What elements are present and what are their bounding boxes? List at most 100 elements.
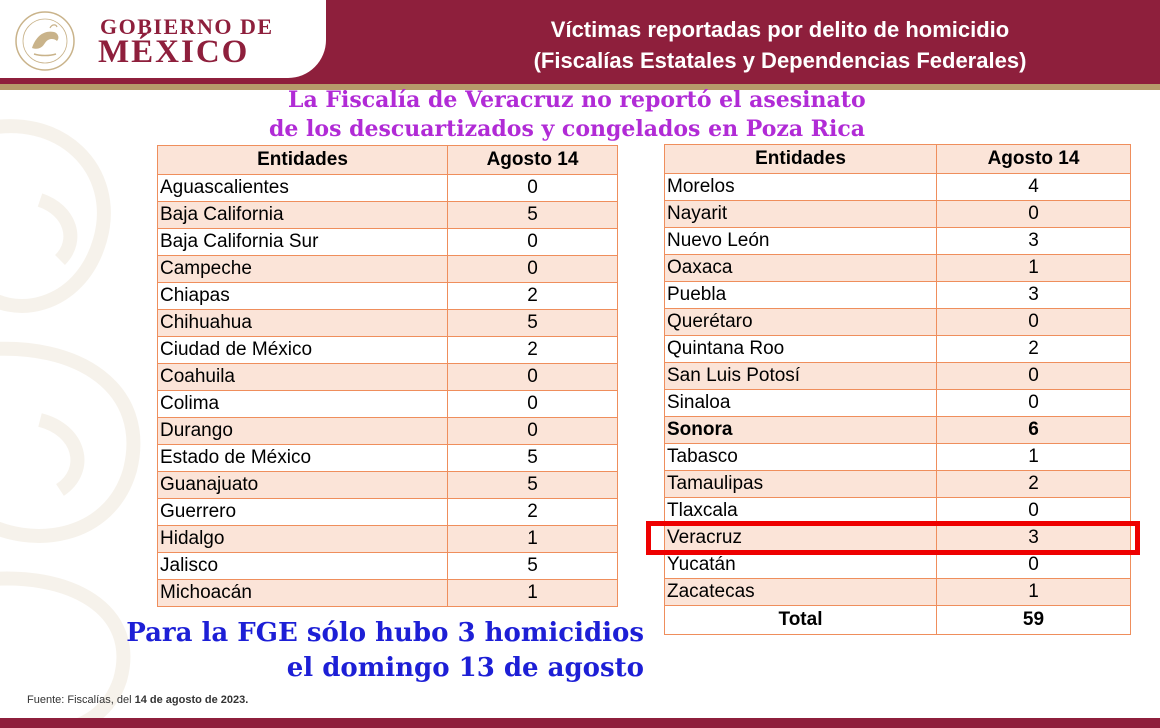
entidad-cell: Sonora (664, 416, 937, 444)
table-row: Tabasco 1 (664, 443, 1131, 471)
page-title: Víctimas reportadas por delito de homici… (440, 14, 1120, 76)
entidad-cell: Baja California (157, 201, 448, 229)
valor-cell: 1 (936, 578, 1131, 606)
valor-cell: 5 (447, 471, 618, 499)
annotation-top-line2: de los descuartizados y congelados en Po… (269, 116, 866, 142)
valor-cell: 0 (936, 308, 1131, 336)
entidad-cell: Coahuila (157, 363, 448, 391)
entidad-cell: Ciudad de México (157, 336, 448, 364)
table-row: Nuevo León 3 (664, 227, 1131, 255)
valor-cell: 5 (447, 201, 618, 229)
footer-bar (0, 718, 1160, 728)
column-header-entidades: Entidades (664, 144, 937, 174)
entidad-cell: Guanajuato (157, 471, 448, 499)
valor-cell: 0 (936, 362, 1131, 390)
table-row: Colima 0 (157, 390, 618, 418)
valor-cell: 0 (447, 228, 618, 256)
table-row: Quintana Roo 2 (664, 335, 1131, 363)
page-title-line2: (Fiscalías Estatales y Dependencias Fede… (533, 48, 1027, 73)
entidad-cell: Sinaloa (664, 389, 937, 417)
table-row: Hidalgo 1 (157, 525, 618, 553)
valor-cell: 2 (936, 470, 1131, 498)
header-bar: GOBIERNO DE MÉXICO Víctimas reportadas p… (0, 0, 1160, 84)
entidad-cell: Chihuahua (157, 309, 448, 337)
valor-cell: 1 (447, 525, 618, 553)
annotation-bottom-line1: Para la FGE sólo hubo 3 homicidios (126, 618, 644, 648)
table-row: Coahuila 0 (157, 363, 618, 391)
valor-cell: 1 (936, 254, 1131, 282)
valor-cell: 3 (936, 227, 1131, 255)
entidad-cell: Baja California Sur (157, 228, 448, 256)
total-row: Total 59 (664, 605, 1131, 635)
table-row: Yucatán 0 (664, 551, 1131, 579)
veracruz-highlight-box (646, 521, 1140, 555)
table-row: Ciudad de México 2 (157, 336, 618, 364)
entidad-cell: Colima (157, 390, 448, 418)
annotation-bottom-line2: el domingo 13 de agosto (286, 653, 644, 683)
table-row: Guanajuato 5 (157, 471, 618, 499)
entidad-cell: Nayarit (664, 200, 937, 228)
logo-panel: GOBIERNO DE MÉXICO (0, 0, 326, 78)
entidad-cell: Aguascalientes (157, 174, 448, 202)
valor-cell: 0 (447, 390, 618, 418)
table-row: Nayarit 0 (664, 200, 1131, 228)
table-row: Chiapas 2 (157, 282, 618, 310)
valor-cell: 5 (447, 309, 618, 337)
entidad-cell: Tabasco (664, 443, 937, 471)
table-row: Zacatecas 1 (664, 578, 1131, 606)
table-row: Querétaro 0 (664, 308, 1131, 336)
entidad-cell: Hidalgo (157, 525, 448, 553)
entidad-cell: Puebla (664, 281, 937, 309)
table-row: Durango 0 (157, 417, 618, 445)
entidad-cell: Querétaro (664, 308, 937, 336)
left-table: Entidades Agosto 14 Aguascalientes 0 Baja… (157, 145, 618, 607)
entidad-cell: Guerrero (157, 498, 448, 526)
column-header-agosto: Agosto 14 (936, 144, 1131, 174)
valor-cell: 1 (447, 579, 618, 607)
entidad-cell: Morelos (664, 173, 937, 201)
valor-cell: 0 (447, 255, 618, 283)
valor-cell: 0 (936, 200, 1131, 228)
entidad-cell: Nuevo León (664, 227, 937, 255)
entidad-cell: Campeche (157, 255, 448, 283)
entidad-cell: Jalisco (157, 552, 448, 580)
valor-cell: 2 (447, 498, 618, 526)
annotation-top: La Fiscalía de Veracruz no reportó el as… (200, 86, 1100, 144)
right-table: Entidades Agosto 14 Morelos 4 Nayarit 0 Nu… (664, 144, 1131, 635)
valor-cell: 5 (447, 444, 618, 472)
valor-cell: 5 (447, 552, 618, 580)
table-row: Sinaloa 0 (664, 389, 1131, 417)
entidad-cell: Michoacán (157, 579, 448, 607)
valor-cell: 2 (936, 335, 1131, 363)
valor-cell: 0 (447, 363, 618, 391)
table-row: Michoacán 1 (157, 579, 618, 607)
column-header-entidades: Entidades (157, 145, 448, 175)
table-header-row: Entidades Agosto 14 (664, 144, 1131, 174)
valor-cell: 0 (936, 389, 1131, 417)
valor-cell: 6 (936, 416, 1131, 444)
total-value: 59 (936, 605, 1131, 635)
table-row: Oaxaca 1 (664, 254, 1131, 282)
entidad-cell: Oaxaca (664, 254, 937, 282)
table-row: Campeche 0 (157, 255, 618, 283)
table-row: Aguascalientes 0 (157, 174, 618, 202)
annotation-top-line1: La Fiscalía de Veracruz no reportó el as… (288, 87, 866, 113)
entidad-cell: Yucatán (664, 551, 937, 579)
table-row: Puebla 3 (664, 281, 1131, 309)
valor-cell: 1 (936, 443, 1131, 471)
table-row: San Luis Potosí 0 (664, 362, 1131, 390)
valor-cell: 2 (447, 282, 618, 310)
valor-cell: 0 (447, 174, 618, 202)
source-note: Fuente: Fiscalías, del 14 de agosto de 2… (27, 694, 248, 706)
table-header-row: Entidades Agosto 14 (157, 145, 618, 175)
entidad-cell: Estado de México (157, 444, 448, 472)
table-row: Tamaulipas 2 (664, 470, 1131, 498)
logo-text-line2: MÉXICO (98, 34, 250, 70)
valor-cell: 4 (936, 173, 1131, 201)
entidad-cell: Tamaulipas (664, 470, 937, 498)
entidad-cell: San Luis Potosí (664, 362, 937, 390)
table-row: Jalisco 5 (157, 552, 618, 580)
entidad-cell: Durango (157, 417, 448, 445)
entidad-cell: Zacatecas (664, 578, 937, 606)
table-row: Baja California Sur 0 (157, 228, 618, 256)
